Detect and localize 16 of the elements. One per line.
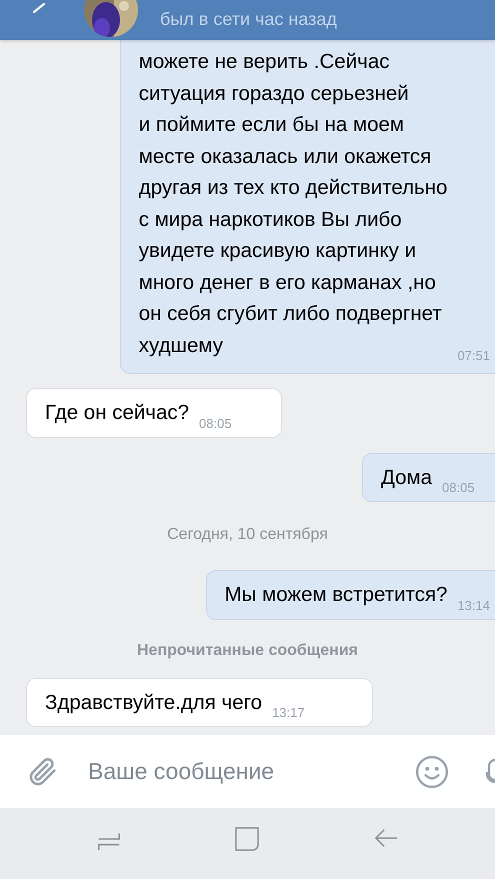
message-time: 13:14 — [457, 598, 490, 612]
message-time: 08:05 — [199, 416, 232, 430]
smiley-icon[interactable] — [415, 754, 449, 788]
home-icon[interactable] — [235, 826, 260, 852]
message-text: можете не верить .Сейчас ситуация гораздо серьезней и поймите если бы на моем месте оказалась или окажется другая из тех кто действительно с мира наркотиков Вы либо увидете красивую картинку и много денег в его карманах ,но он себя сгубит либо подвергнет худшему — [138, 49, 448, 358]
message-time: 08:05 — [442, 480, 475, 495]
message-time: 13:17 — [272, 705, 305, 720]
unread-separator: Непрочитанные сообщения — [136, 642, 358, 660]
date-separator: Сегодня, 10 сентября — [167, 526, 328, 544]
message-text: Здравствуйте.для чего — [45, 690, 262, 716]
message-text: Дома — [381, 464, 432, 490]
message-text: Мы можем встретится? — [224, 582, 448, 608]
message-input[interactable]: Ваше сообщение — [86, 757, 415, 786]
message-text: Где он сейчас? — [45, 400, 190, 426]
message-time: 07:51 — [457, 348, 490, 363]
last-seen-status: был в сети час назад — [160, 9, 337, 30]
